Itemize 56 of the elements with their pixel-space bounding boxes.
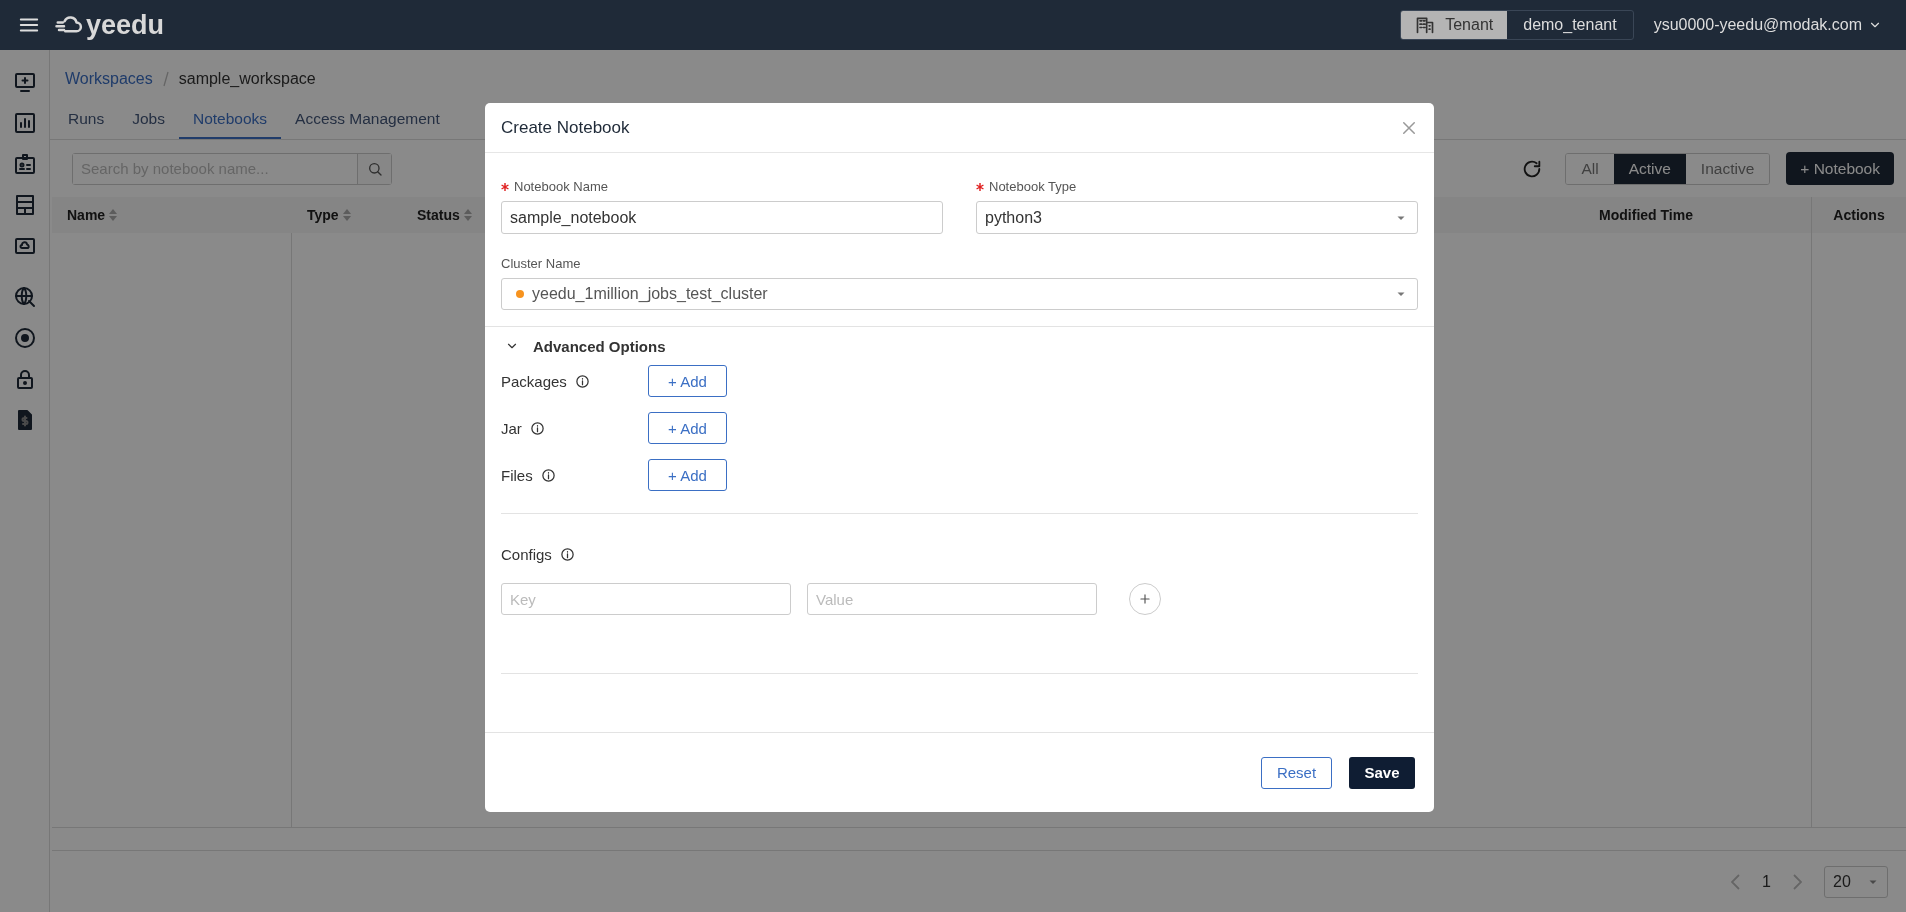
tab[interactable]: Jobs bbox=[118, 102, 179, 139]
dialog-title: Create Notebook bbox=[501, 117, 630, 138]
sidebar-item[interactable] bbox=[12, 70, 37, 94]
sidebar-item[interactable] bbox=[12, 152, 37, 176]
value-field[interactable]: Value bbox=[807, 583, 1097, 615]
search-icon bbox=[366, 160, 383, 177]
save-button[interactable]: Save bbox=[1349, 756, 1415, 789]
field-label: Notebook Type bbox=[989, 179, 1077, 194]
sidebar-item[interactable] bbox=[12, 285, 37, 309]
new-notebook-button[interactable]: + Notebook bbox=[1786, 152, 1894, 185]
info-icon bbox=[529, 420, 545, 436]
info-icon bbox=[559, 547, 575, 562]
search-button[interactable] bbox=[357, 153, 391, 184]
id-badge-icon bbox=[12, 152, 37, 176]
column-header: Modified Time bbox=[1599, 207, 1693, 223]
column-header: Actions bbox=[1833, 207, 1885, 223]
chevron-right-icon bbox=[1793, 873, 1802, 890]
page-number[interactable]: 1 bbox=[1762, 872, 1771, 891]
monitor-plus-icon bbox=[12, 70, 37, 94]
notebook-type-select[interactable]: python3 bbox=[976, 201, 1418, 234]
key-field[interactable]: Key bbox=[501, 583, 791, 615]
tab[interactable]: Notebooks bbox=[178, 102, 282, 139]
globe-icon bbox=[12, 285, 37, 309]
tab[interactable]: Access Management bbox=[281, 102, 454, 139]
tab[interactable]: Runs bbox=[54, 102, 119, 139]
target-icon bbox=[12, 326, 37, 350]
add-button[interactable]: + Add bbox=[648, 412, 727, 444]
column-header: Type bbox=[307, 207, 339, 223]
reset-button[interactable]: Reset bbox=[1261, 756, 1332, 789]
info-icon bbox=[574, 373, 590, 389]
advanced-options-toggle[interactable]: Advanced Options bbox=[501, 327, 666, 365]
option-label: Packages bbox=[501, 372, 567, 390]
bar-chart-icon bbox=[12, 111, 37, 135]
sidebar-item[interactable] bbox=[12, 326, 37, 350]
user-menu[interactable]: ysu0000-yeedu@modak.com bbox=[1647, 15, 1888, 35]
add-button[interactable]: + Add bbox=[648, 365, 727, 397]
option-label: Files bbox=[501, 466, 533, 484]
option-label: Jar bbox=[501, 419, 522, 437]
breadcrumb-link[interactable]: Workspaces bbox=[65, 70, 153, 88]
notebook-name-field[interactable]: sample_notebook bbox=[501, 201, 943, 234]
configs-label: Configs bbox=[501, 546, 552, 563]
filter-option[interactable]: Active bbox=[1613, 153, 1686, 184]
sidebar-item[interactable] bbox=[12, 111, 37, 135]
info-icon bbox=[540, 467, 556, 483]
field-label: Cluster Name bbox=[501, 256, 582, 271]
add-button[interactable]: + Add bbox=[648, 459, 727, 491]
breadcrumb-separator-icon bbox=[162, 71, 169, 87]
breadcrumb-current: sample_workspace bbox=[178, 70, 316, 88]
cluster-select[interactable]: yeedu_1million_jobs_test_cluster bbox=[501, 278, 1418, 310]
brand-name: yeedu bbox=[86, 9, 165, 41]
plus-icon bbox=[1138, 592, 1152, 606]
chevron-left-icon bbox=[1731, 873, 1741, 890]
column-header: Status bbox=[417, 207, 460, 223]
field-label: Notebook Name bbox=[514, 179, 608, 194]
column-header: Name bbox=[67, 207, 106, 223]
page-size-select[interactable]: 20 bbox=[1824, 865, 1888, 898]
